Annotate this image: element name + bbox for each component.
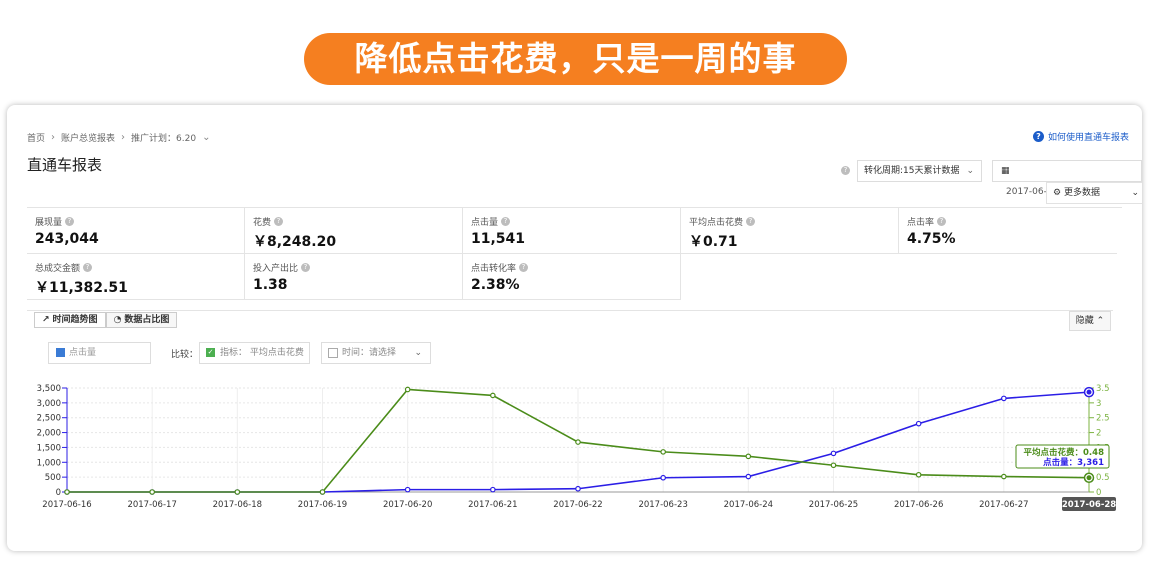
x-tick-label: 2017-06-21 <box>468 500 517 510</box>
data-point <box>830 450 837 457</box>
data-point <box>234 489 241 495</box>
data-point <box>915 420 922 427</box>
x-tick-label: 2017-06-17 <box>127 500 176 510</box>
x-tick-label: 2017-06-24 <box>724 500 773 510</box>
data-point <box>404 486 411 493</box>
y-right-tick-label: 3.5 <box>1096 384 1110 394</box>
y-right-tick-label: 3 <box>1096 399 1101 409</box>
data-point <box>745 473 752 480</box>
data-point <box>490 392 496 399</box>
promo-banner: 降低点击花费，只是一周的事 <box>304 33 847 85</box>
data-point <box>149 489 155 495</box>
y-left-tick-label: 3,000 <box>37 399 61 409</box>
trend-chart: 05001,0001,5002,0002,5003,0003,50000.511… <box>37 384 1116 511</box>
data-point <box>1001 395 1007 402</box>
data-point <box>575 439 581 445</box>
data-point <box>660 449 666 455</box>
data-point <box>830 462 837 469</box>
y-right-tick-label: 0.5 <box>1096 473 1110 483</box>
data-point <box>404 386 411 393</box>
x-tick-label: 2017-06-20 <box>383 500 432 510</box>
data-point <box>490 486 496 493</box>
data-point <box>319 489 326 495</box>
y-left-tick-label: 500 <box>45 473 61 483</box>
x-tick-label: 2017-06-19 <box>298 500 347 510</box>
x-tick-label: 2017-06-28 <box>1062 500 1116 510</box>
y-left-tick-label: 2,000 <box>37 429 61 439</box>
data-point <box>575 485 581 492</box>
data-point <box>660 474 666 481</box>
y-left-tick-label: 1,500 <box>37 443 61 453</box>
x-tick-label: 2017-06-18 <box>213 500 262 510</box>
y-left-tick-label: 0 <box>56 488 61 498</box>
data-point <box>915 471 922 478</box>
y-left-tick-label: 1,000 <box>37 458 61 468</box>
x-tick-label: 2017-06-23 <box>638 500 687 510</box>
y-right-tick-label: 2 <box>1096 429 1101 439</box>
y-left-tick-label: 3,500 <box>37 384 61 394</box>
data-point <box>745 453 752 460</box>
tooltip-clicks: 点击量：3,361 <box>1043 457 1104 468</box>
tooltip-avg-cpc: 平均点击花费：0.48 <box>1024 447 1105 458</box>
data-point <box>1086 475 1092 481</box>
x-tick-label: 2017-06-25 <box>809 500 858 510</box>
y-right-tick-label: 0 <box>1096 488 1101 498</box>
report-card: 首页 › 账户总览报表 › 推广计划：6.20 ⌄ ? 如何使用直通车报表 直通… <box>7 105 1142 551</box>
data-point <box>64 489 70 495</box>
y-left-tick-label: 2,500 <box>37 414 61 424</box>
data-point <box>1086 389 1092 395</box>
data-point <box>1001 473 1007 480</box>
x-tick-label: 2017-06-22 <box>553 500 602 510</box>
x-tick-label: 2017-06-16 <box>42 500 91 510</box>
y-right-tick-label: 2.5 <box>1096 414 1110 424</box>
x-tick-label: 2017-06-26 <box>894 500 943 510</box>
x-tick-label: 2017-06-27 <box>979 500 1028 510</box>
